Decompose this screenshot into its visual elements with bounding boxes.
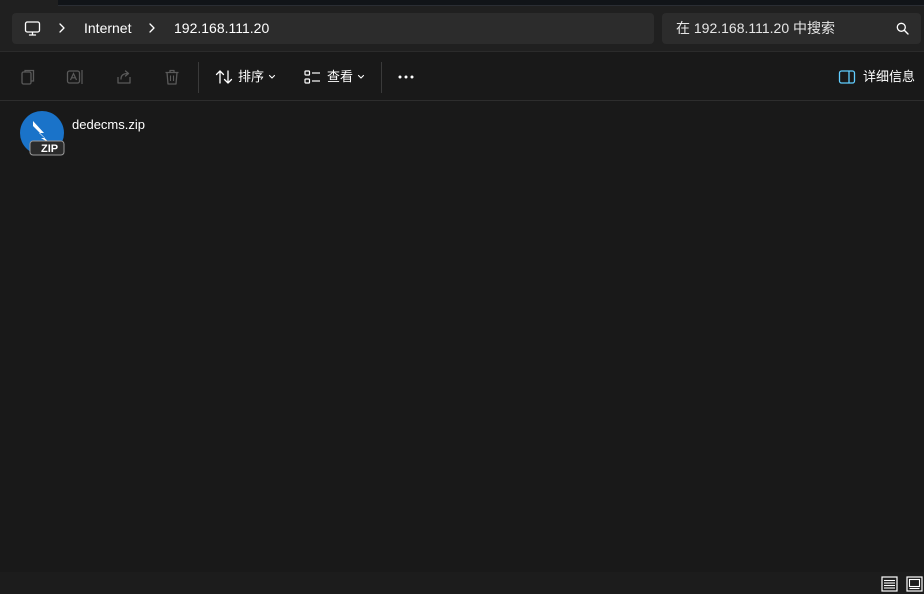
breadcrumb-host[interactable]: 192.168.111.20 <box>174 21 269 36</box>
chevron-down-icon <box>268 74 276 79</box>
zip-badge: ZIP <box>41 143 59 155</box>
sort-icon <box>215 70 233 84</box>
address-toolbar: Internet 192.168.111.20 在 192.168.111.20… <box>0 6 924 52</box>
toolbar-separator <box>381 62 382 93</box>
sort-button[interactable]: 排序 <box>215 65 279 89</box>
file-list: ZIP dedecms.zip <box>0 101 924 572</box>
large-icons-view-icon[interactable] <box>906 576 923 592</box>
chevron-right-icon[interactable] <box>146 22 158 34</box>
details-view-icon[interactable] <box>881 576 898 592</box>
view-button[interactable]: 查看 <box>304 65 368 89</box>
computer-icon[interactable] <box>24 20 41 37</box>
view-icon <box>304 70 320 84</box>
breadcrumb-internet[interactable]: Internet <box>84 21 131 36</box>
search-input[interactable]: 在 192.168.111.20 中搜索 <box>676 21 835 36</box>
sort-label: 排序 <box>238 69 265 84</box>
search-box[interactable]: 在 192.168.111.20 中搜索 <box>662 13 921 44</box>
chevron-right-icon[interactable] <box>56 22 68 34</box>
details-pane-button[interactable]: 详细信息 <box>838 65 918 89</box>
details-pane-icon <box>838 70 856 84</box>
chevron-down-icon <box>357 74 365 79</box>
details-label: 详细信息 <box>863 69 916 84</box>
toolbar-separator <box>198 62 199 93</box>
share-icon[interactable] <box>115 68 133 86</box>
rename-icon[interactable] <box>66 68 84 86</box>
view-label: 查看 <box>327 69 354 84</box>
status-bar <box>0 572 924 594</box>
copy-icon[interactable] <box>19 68 37 86</box>
delete-icon[interactable] <box>163 68 181 86</box>
address-bar[interactable]: Internet 192.168.111.20 <box>12 13 654 44</box>
command-bar: 排序 查看 详细信息 <box>0 53 924 101</box>
file-item[interactable]: ZIP dedecms.zip <box>16 109 176 161</box>
file-name[interactable]: dedecms.zip <box>72 118 145 132</box>
more-icon[interactable] <box>397 68 415 86</box>
search-icon[interactable] <box>896 22 909 35</box>
